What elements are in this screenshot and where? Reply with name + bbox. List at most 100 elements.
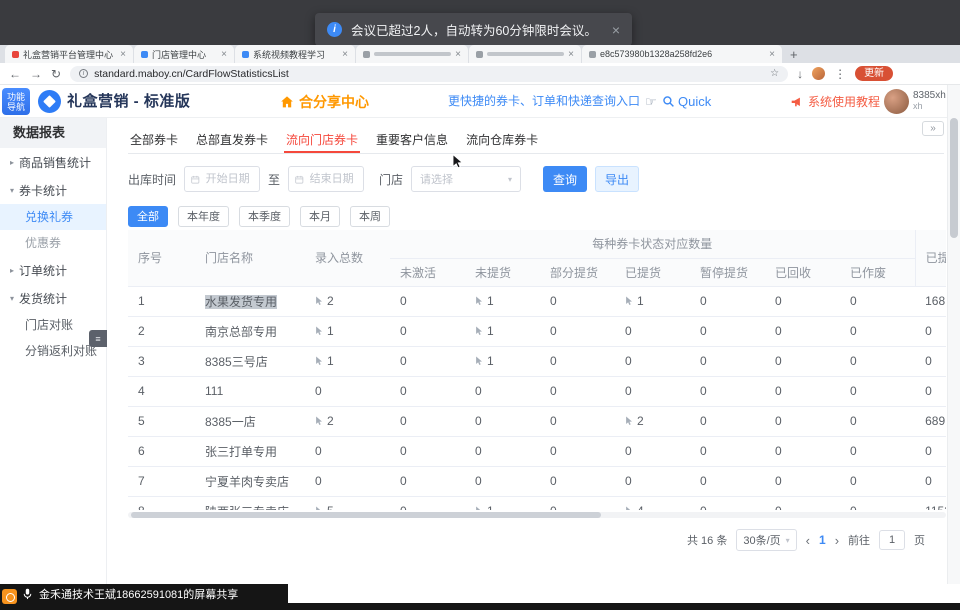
browser-tab-strip: 礼盒营销平台管理中心 × 门店管理中心 × 系统视频教程学习 × × × e8c… [0,45,960,63]
browser-tab[interactable]: e8c573980b1328a258fd2e6 × [582,45,782,63]
vertical-scrollbar[interactable] [947,85,960,584]
current-page[interactable]: 1 [819,533,826,547]
update-button[interactable]: 更新 [855,66,893,81]
tab-hq-cards[interactable]: 总部直发券卡 [194,128,270,153]
refresh-icon[interactable]: ↻ [51,68,61,80]
cell-count-link[interactable]: 1 [465,286,540,316]
tab-close-icon[interactable]: × [342,49,348,60]
start-date-input[interactable] [184,166,260,192]
scrollbar-thumb[interactable] [950,118,958,238]
tab-close-icon[interactable]: × [221,49,227,60]
end-date-field[interactable] [308,172,357,186]
new-tab-button[interactable]: + [790,47,798,62]
prev-page-button[interactable]: ‹ [806,533,810,548]
browser-tab[interactable]: 门店管理中心 × [134,45,234,63]
chevron-down-icon: ▾ [786,536,790,545]
cell-count: 0 [540,496,615,510]
quick-filter-quarter[interactable]: 本季度 [239,206,290,227]
tab-customer-info[interactable]: 重要客户信息 [374,128,450,153]
sidebar-item-label: 订单统计 [19,262,67,279]
pagination: 共 16 条 30条/页 ▾ ‹ 1 › 前往 页 [687,529,925,551]
tab-all-cards[interactable]: 全部券卡 [128,128,180,153]
next-page-button[interactable]: › [835,533,839,548]
tab-close-icon[interactable]: × [120,49,126,60]
goto-page-input[interactable] [879,530,905,550]
cell-count: 0 [540,286,615,316]
quick-filter-year[interactable]: 本年度 [178,206,229,227]
table-container: 序号 门店名称 录入总数 每种券卡状态对应数量 已提货金额 未激活 未提货 部分… [128,230,946,510]
col-header-total: 录入总数 [305,230,390,286]
cell-count-link[interactable]: 5 [305,496,390,510]
cell-index: 7 [128,466,195,496]
bookmark-star-icon[interactable]: ☆ [770,68,779,79]
scrollbar-thumb[interactable] [131,512,601,518]
cell-count: 0 [615,316,690,346]
cell-count: 0 [540,466,615,496]
start-date-field[interactable] [204,172,253,186]
download-icon[interactable]: ↓ [797,68,803,80]
browser-menu-icon[interactable]: ⋮ [834,68,846,80]
quick-filter-all[interactable]: 全部 [128,206,168,227]
chevron-down-icon: ▾ [508,175,512,184]
end-date-input[interactable] [288,166,364,192]
sidebar-collapse-handle[interactable]: ≡ [89,330,107,347]
cell-store-name: 张三打单专用 [195,436,305,466]
browser-profile-avatar[interactable] [812,67,825,80]
browser-tab[interactable]: 礼盒营销平台管理中心 × [5,45,133,63]
sidebar-item-product-sales[interactable]: ▸ 商品销售统计 [0,148,106,176]
close-icon[interactable]: × [612,22,620,38]
tab-close-icon[interactable]: × [769,49,775,60]
browser-tab[interactable]: × [469,45,581,63]
sidebar-item-card-stats[interactable]: ▾ 券卡统计 [0,176,106,204]
cell-count-link[interactable]: 4 [615,496,690,510]
quick-filter-month[interactable]: 本月 [300,206,340,227]
quick-filter-week[interactable]: 本周 [350,206,390,227]
cell-count-link[interactable]: 1 [465,316,540,346]
cell-count-link[interactable]: 2 [305,406,390,436]
forward-icon[interactable]: → [30,68,42,80]
tab-favicon [242,51,249,58]
cell-count-link[interactable]: 1 [615,286,690,316]
cell-count-link[interactable]: 1 [465,346,540,376]
cell-count: 0 [840,376,915,406]
share-center-link[interactable]: 合分享中心 [280,85,369,118]
tab-label [374,52,451,56]
sidebar-item-order-stats[interactable]: ▸ 订单统计 [0,256,106,284]
back-icon[interactable]: ← [9,68,21,80]
tab-close-icon[interactable]: × [455,49,461,60]
tab-store-cards[interactable]: 流向门店券卡 [284,128,360,153]
browser-tab[interactable]: 系统视频教程学习 × [235,45,355,63]
tab-warehouse-cards[interactable]: 流向仓库券卡 [464,128,540,153]
cell-count-link[interactable]: 2 [615,406,690,436]
sidebar-item-exchange-coupon[interactable]: 兑换礼券 [0,204,106,230]
cell-index: 8 [128,496,195,510]
tutorial-link[interactable]: 系统使用教程 [790,85,880,118]
sidebar-title: 数据报表 [0,118,106,148]
search-button[interactable]: 查询 [543,166,587,192]
sidebar-item-shipping-stats[interactable]: ▾ 发货统计 [0,284,106,312]
cell-count: 0 [390,466,465,496]
sidebar-item-discount-coupon[interactable]: 优惠券 [0,230,106,256]
page-size-select[interactable]: 30条/页 ▾ [736,529,796,551]
cell-count-link[interactable]: 1 [305,346,390,376]
user-avatar[interactable] [884,89,909,114]
cell-count-link[interactable]: 1 [305,316,390,346]
url-bar[interactable]: i standard.maboy.cn/CardFlowStatisticsLi… [70,66,788,82]
cell-count-link[interactable]: 2 [305,286,390,316]
site-info-icon[interactable]: i [79,69,88,78]
store-select[interactable]: 请选择 ▾ [411,166,521,192]
pagination-total: 共 16 条 [687,532,727,548]
cell-count-link[interactable]: 1 [465,496,540,510]
browser-tab[interactable]: × [356,45,468,63]
tab-close-icon[interactable]: × [568,49,574,60]
stats-table: 序号 门店名称 录入总数 每种券卡状态对应数量 已提货金额 未激活 未提货 部分… [128,230,946,510]
nav-toggle-button[interactable]: 功能 导航 [2,88,30,115]
quick-search-link[interactable]: Quick [678,85,711,118]
cell-count: 0 [465,436,540,466]
tab-favicon [589,51,596,58]
brand-logo-icon [38,90,61,113]
horizontal-scrollbar[interactable] [128,512,946,518]
export-button[interactable]: 导出 [595,166,639,192]
app-icon[interactable] [2,589,17,604]
cell-count: 0 [765,466,840,496]
